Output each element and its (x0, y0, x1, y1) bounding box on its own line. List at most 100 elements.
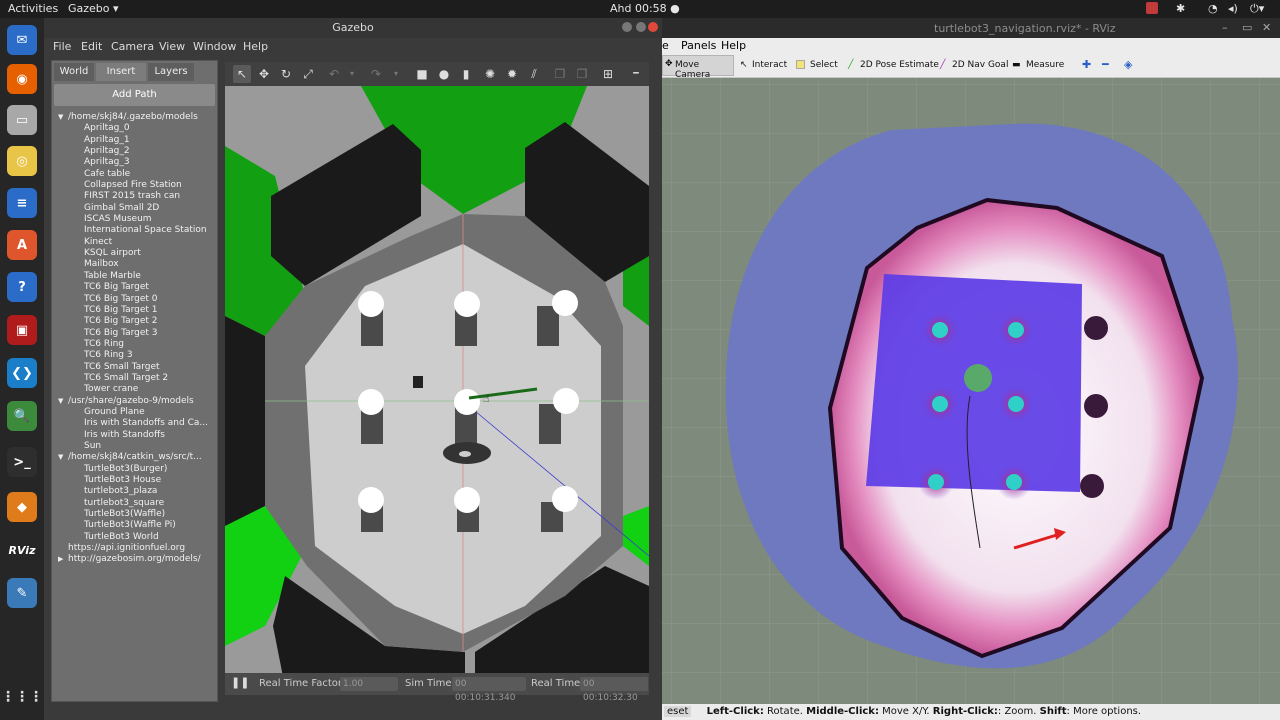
rviz-3d-view[interactable] (662, 78, 1280, 704)
rviz-map-canvas[interactable] (662, 78, 1280, 704)
dock-rviz-icon[interactable]: RViz (7, 535, 37, 565)
tree-model-item[interactable]: International Space Station (52, 225, 219, 236)
reset-button[interactable]: eset (664, 706, 692, 717)
close-icon[interactable]: ✕ (1262, 21, 1271, 34)
tree-model-item[interactable]: TurtleBot3(Waffle Pi) (52, 520, 219, 531)
tree-model-item[interactable]: Tower crane (52, 384, 219, 395)
gazebo-scene-canvas[interactable]: ☝ (225, 86, 649, 687)
tree-model-item[interactable]: turtlebot3_square (52, 498, 219, 509)
gazebo-title-bar[interactable]: Gazebo (44, 18, 662, 38)
tree-model-item[interactable]: TC6 Ring (52, 339, 219, 350)
directional-light-icon[interactable]: ⫽ (526, 66, 542, 82)
tree-model-item[interactable]: TurtleBot3 World (52, 532, 219, 543)
tab-world[interactable]: World (54, 63, 94, 81)
collapse-triangle-icon[interactable]: ▶ (58, 554, 68, 565)
select-mode-icon[interactable]: ↖ (234, 66, 250, 82)
tree-path-item[interactable]: ▼/home/skj84/catkin_ws/src/t... (52, 452, 219, 463)
minimize-icon[interactable]: – (1222, 21, 1228, 34)
tree-model-item[interactable]: Apriltag_3 (52, 157, 219, 168)
dock-terminator-icon[interactable]: ▣ (7, 315, 37, 345)
tree-model-item[interactable]: Sun (52, 441, 219, 452)
tree-model-item[interactable]: TC6 Big Target (52, 282, 219, 293)
clock[interactable]: Ahd 00:58 ● (610, 2, 680, 15)
expand-triangle-icon[interactable]: ▼ (58, 452, 68, 463)
select-tool[interactable]: Select (810, 60, 838, 70)
activities-button[interactable]: Activities (8, 2, 58, 15)
menu-help[interactable]: Help (243, 40, 268, 53)
tree-path-item[interactable]: ▶ http://gazebosim.org/models/ (52, 554, 219, 565)
tree-model-item[interactable]: Apriltag_1 (52, 135, 219, 146)
dock-rhythmbox-icon[interactable]: ◎ (7, 146, 37, 176)
bluetooth-icon[interactable]: ✱ (1176, 2, 1185, 15)
tree-model-item[interactable]: Iris with Standoffs and Ca... (52, 418, 219, 429)
tree-model-item[interactable]: Apriltag_2 (52, 146, 219, 157)
gazebo-3d-view[interactable]: ☝ (225, 86, 649, 687)
align-icon[interactable]: ⊞ (600, 66, 616, 82)
tree-model-item[interactable]: Iris with Standoffs (52, 430, 219, 441)
nav-goal-tool[interactable]: 2D Nav Goal (952, 60, 1008, 70)
tree-model-item[interactable]: Table Marble (52, 271, 219, 282)
volume-icon[interactable]: ◂) (1228, 2, 1238, 15)
menu-file[interactable]: File (53, 40, 71, 53)
tree-model-item[interactable]: TurtleBot3(Waffle) (52, 509, 219, 520)
tree-model-item[interactable]: TurtleBot3 House (52, 475, 219, 486)
tree-model-item[interactable]: KSQL airport (52, 248, 219, 259)
pose-estimate-tool[interactable]: 2D Pose Estimate (860, 60, 939, 70)
tree-model-item[interactable]: TC6 Big Target 2 (52, 316, 219, 327)
pose-estimate-icon[interactable]: ╱ (848, 60, 853, 70)
measure-icon[interactable]: ▬ (1012, 60, 1021, 70)
select-icon[interactable] (796, 60, 805, 69)
dock-files-icon[interactable]: ▭ (7, 105, 37, 135)
dock-screenshot-icon[interactable]: ✎ (7, 578, 37, 608)
add-tool-icon[interactable]: ✚ (1082, 58, 1091, 71)
tree-model-item[interactable]: Apriltag_0 (52, 123, 219, 134)
expand-triangle-icon[interactable]: ▼ (58, 396, 68, 407)
close-icon[interactable] (648, 22, 658, 32)
tree-model-item[interactable]: TC6 Small Target (52, 362, 219, 373)
interact-icon[interactable]: ↖ (740, 60, 748, 70)
dock-image-viewer-icon[interactable]: 🔍 (7, 401, 37, 431)
pause-icon[interactable]: ❚❚ (231, 676, 249, 689)
spot-light-icon[interactable]: ✹ (504, 66, 520, 82)
copy-icon[interactable]: ❐ (552, 66, 568, 82)
tree-model-item[interactable]: turtlebot3_plaza (52, 486, 219, 497)
rviz-menu-panels[interactable]: Panels (681, 39, 716, 52)
tree-model-item[interactable]: TurtleBot3(Burger) (52, 464, 219, 475)
tree-model-item[interactable]: FIRST 2015 trash can (52, 191, 219, 202)
network-icon[interactable]: ◔ (1208, 2, 1218, 15)
tree-model-item[interactable]: TC6 Big Target 3 (52, 328, 219, 339)
tree-path-item[interactable]: ▼/usr/share/gazebo-9/models (52, 396, 219, 407)
paste-icon[interactable]: ❐ (574, 66, 590, 82)
more-tools-icon[interactable]: ━ (628, 66, 644, 82)
maximize-icon[interactable] (636, 22, 646, 32)
cylinder-shape-icon[interactable]: ▮ (458, 66, 474, 82)
minimize-icon[interactable] (622, 22, 632, 32)
menu-edit[interactable]: Edit (81, 40, 102, 53)
translate-mode-icon[interactable]: ✥ (256, 66, 272, 82)
add-path-button[interactable]: Add Path (54, 84, 215, 106)
sphere-shape-icon[interactable]: ● (436, 66, 452, 82)
tree-model-item[interactable]: Cafe table (52, 169, 219, 180)
app-menu-button[interactable]: Gazebo ▾ (68, 2, 119, 15)
tree-model-item[interactable]: Ground Plane (52, 407, 219, 418)
tree-path-item[interactable]: https://api.ignitionfuel.org (52, 543, 219, 554)
dock-terminal-icon[interactable]: >_ (7, 447, 37, 477)
power-icon[interactable]: ⏻▾ (1250, 2, 1264, 16)
dock-writer-icon[interactable]: ≡ (7, 188, 37, 218)
tree-model-item[interactable]: TC6 Small Target 2 (52, 373, 219, 384)
interact-tool[interactable]: Interact (752, 60, 787, 70)
box-shape-icon[interactable]: ■ (414, 66, 430, 82)
dock-thunderbird-icon[interactable]: ✉ (7, 25, 37, 55)
tree-model-item[interactable]: TC6 Big Target 1 (52, 305, 219, 316)
menu-view[interactable]: View (159, 40, 185, 53)
show-applications-icon[interactable]: ⋮⋮⋮ (1, 682, 43, 712)
tool-properties-icon[interactable]: ◈ (1124, 58, 1132, 71)
redo-dropdown-icon[interactable]: ▾ (388, 66, 404, 82)
tree-path-item[interactable]: ▼/home/skj84/.gazebo/models (52, 112, 219, 123)
move-camera-tool[interactable]: ✥ Move Camera (662, 55, 734, 80)
dock-vs-code-icon[interactable]: ❮❯ (7, 358, 37, 388)
tree-model-item[interactable]: Collapsed Fire Station (52, 180, 219, 191)
expand-triangle-icon[interactable]: ▼ (58, 112, 68, 123)
rviz-title-bar[interactable]: turtlebot3_navigation.rviz* - RViz – ▭ ✕ (662, 18, 1280, 38)
dock-help-icon[interactable]: ? (7, 272, 37, 302)
